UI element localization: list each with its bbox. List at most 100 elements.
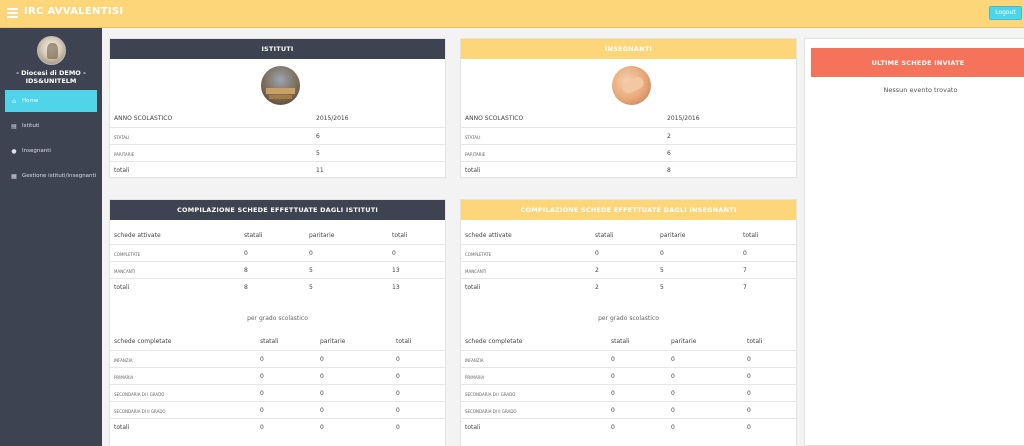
cell: 0 xyxy=(320,373,324,380)
cell: MANCANTI xyxy=(465,269,487,274)
compilazione-istituti-panel: COMPILAZIONE SCHEDE EFFETTUATE DAGLI IST… xyxy=(109,199,446,446)
cell: 0 xyxy=(671,356,675,363)
cell: ANNO SCOLASTICO xyxy=(114,115,173,122)
column-header: statali xyxy=(611,338,630,345)
sidebar: - Diocesi di DEMO - IDS&UNITELM ⌂ Home ▤… xyxy=(0,28,102,446)
table-icon: ▦ xyxy=(11,172,17,180)
table-row: COMPLETATE 0 0 0 xyxy=(110,244,445,261)
menu-icon[interactable] xyxy=(7,8,18,18)
cell: 0 xyxy=(392,250,396,257)
table-row: SECONDARIA DI II GRADO 0 0 0 xyxy=(461,401,796,418)
sidebar-item-gestione[interactable]: ▦ Gestione istituti/insegnanti xyxy=(5,165,97,187)
cell: 0 xyxy=(244,250,248,257)
cell: 0 xyxy=(671,390,675,397)
section-subtitle: per grado scolastico xyxy=(247,315,308,322)
table-row: SECONDARIA DI I GRADO 0 0 0 xyxy=(461,384,796,401)
cell: 5 xyxy=(660,267,664,274)
cell: totali xyxy=(465,284,481,291)
table-row: totali 0 0 0 xyxy=(110,418,445,435)
table-row: STATALI 2 xyxy=(461,127,796,144)
sidebar-item-label: Insegnanti xyxy=(22,148,51,154)
panel-title: ULTIME SCHEDE INVIATE xyxy=(811,48,1024,77)
panel-title: ISTITUTI xyxy=(110,39,445,59)
table-row: PRIMARIA 0 0 0 xyxy=(461,367,796,384)
table-row: totali 0 0 0 xyxy=(461,418,796,435)
avatar xyxy=(37,36,66,65)
cell: 5 xyxy=(309,267,313,274)
table-row: totali 8 xyxy=(461,161,796,178)
sidebar-item-istituti[interactable]: ▤ Istituti xyxy=(5,115,97,137)
cell: 11 xyxy=(316,167,324,174)
cell: COMPLETATE xyxy=(114,252,141,257)
cell: 13 xyxy=(392,267,400,274)
cell: INFANZIA xyxy=(465,358,484,363)
compilazione-insegnanti-panel: COMPILAZIONE SCHEDE EFFETTUATE DAGLI INS… xyxy=(460,199,797,446)
table-row: INFANZIA 0 0 0 xyxy=(461,350,796,367)
cell: 6 xyxy=(316,133,320,140)
profile-name: - Diocesi di DEMO - xyxy=(16,69,86,77)
table-header: schede completate statali paritarie tota… xyxy=(461,333,796,350)
column-header: statali xyxy=(260,338,279,345)
column-header: paritarie xyxy=(660,232,686,239)
cell: 8 xyxy=(667,167,671,174)
cell: MANCANTI xyxy=(114,269,136,274)
cell: 0 xyxy=(743,250,747,257)
sidebar-item-insegnanti[interactable]: ● Insegnanti xyxy=(5,140,97,162)
cell: 0 xyxy=(747,424,751,431)
teacher-image xyxy=(612,66,651,105)
cell: 0 xyxy=(396,373,400,380)
cell: 2 xyxy=(595,284,599,291)
cell: 5 xyxy=(316,150,320,157)
cell: STATALI xyxy=(465,135,481,140)
cell: 0 xyxy=(747,390,751,397)
sidebar-item-home[interactable]: ⌂ Home xyxy=(5,90,97,112)
cell: 0 xyxy=(611,356,615,363)
table-row: SECONDARIA DI I GRADO 0 0 0 xyxy=(110,384,445,401)
table-row: totali 8 5 13 xyxy=(110,278,445,295)
cell: SECONDARIA DI II GRADO xyxy=(114,409,166,414)
column-header: statali xyxy=(595,232,614,239)
profile-org: IDS&UNITELM xyxy=(25,77,77,85)
book-icon: ▤ xyxy=(11,122,17,130)
column-header: statali xyxy=(244,232,263,239)
cell: SECONDARIA DI I GRADO xyxy=(114,392,165,397)
school-image xyxy=(261,66,300,105)
cell: 0 xyxy=(747,407,751,414)
cell: 0 xyxy=(611,407,615,414)
table-header: schede attivate statali paritarie totali xyxy=(461,227,796,244)
insegnanti-panel: INSEGNANTI ANNO SCOLASTICO 2015/2016 STA… xyxy=(460,38,797,178)
cell: 2 xyxy=(595,267,599,274)
istituti-panel: ISTITUTI ANNO SCOLASTICO 2015/2016 STATA… xyxy=(109,38,446,178)
latest-forms-panel: ULTIME SCHEDE INVIATE Nessun evento trov… xyxy=(804,38,1024,446)
table-row: totali 11 xyxy=(110,161,445,178)
cell: 0 xyxy=(396,390,400,397)
sidebar-item-label: Istituti xyxy=(22,123,40,129)
panel-title: INSEGNANTI xyxy=(461,39,796,59)
sidebar-item-label: Gestione istituti/insegnanti xyxy=(22,173,97,179)
cell: 0 xyxy=(671,424,675,431)
cell: totali xyxy=(114,284,130,291)
cell: 0 xyxy=(671,407,675,414)
column-header: totali xyxy=(396,338,412,345)
column-header: totali xyxy=(747,338,763,345)
cell: 2015/2016 xyxy=(667,115,700,122)
table-row: STATALI 6 xyxy=(110,127,445,144)
column-header: schede attivate xyxy=(465,232,512,239)
table-row: PARITARIE 5 xyxy=(110,144,445,161)
cell: 2 xyxy=(667,133,671,140)
sidebar-item-label: Home xyxy=(22,98,39,104)
cell: 0 xyxy=(320,407,324,414)
table-row: ANNO SCOLASTICO 2015/2016 xyxy=(110,110,445,127)
cell: 0 xyxy=(320,390,324,397)
table-row: SECONDARIA DI II GRADO 0 0 0 xyxy=(110,401,445,418)
cell: 0 xyxy=(611,390,615,397)
cell: 0 xyxy=(309,250,313,257)
cell: 0 xyxy=(260,424,264,431)
panel-title: COMPILAZIONE SCHEDE EFFETTUATE DAGLI IST… xyxy=(110,200,445,220)
cell: 0 xyxy=(320,356,324,363)
column-header: schede attivate xyxy=(114,232,161,239)
top-bar: IRC AVVALENTISI Logout xyxy=(0,0,1024,28)
cell: 0 xyxy=(671,373,675,380)
cell: 0 xyxy=(611,373,615,380)
logout-button[interactable]: Logout xyxy=(989,6,1022,20)
